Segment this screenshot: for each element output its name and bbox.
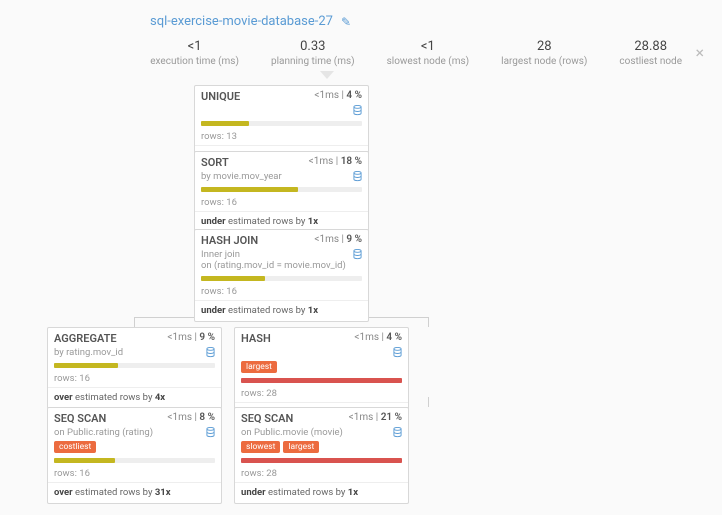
node-title: AGGREGATE	[54, 332, 117, 345]
node-subtitle: by rating.mov_id	[54, 347, 123, 358]
close-icon[interactable]: ×	[695, 43, 704, 62]
node-title: HASH JOIN	[201, 234, 258, 247]
node-bar	[201, 121, 362, 126]
node-title: SEQ SCAN	[241, 412, 293, 425]
node-stats: <1ms | 4 %	[354, 332, 402, 343]
node-title: UNIQUE	[201, 90, 240, 103]
node-bar	[201, 187, 362, 192]
badge-largest: largest	[241, 361, 277, 373]
database-icon	[353, 171, 362, 182]
node-rows: rows: 16	[48, 370, 221, 387]
plan-title: sql-exercise-movie-database-27	[150, 14, 333, 29]
node-aggregate[interactable]: AGGREGATE <1ms | 9 % by rating.mov_id rows:…	[47, 327, 222, 409]
metric: 28.88costliest node	[619, 39, 682, 67]
node-estimate: under estimated rows by 1x	[235, 482, 408, 503]
metric: 28largest node (rows)	[501, 39, 587, 67]
node-rows: rows: 13	[195, 128, 368, 145]
node-stats: <1ms | 9 %	[314, 234, 362, 245]
metric: <1slowest node (ms)	[387, 39, 470, 67]
node-rows: rows: 28	[235, 465, 408, 482]
node-bar	[54, 363, 215, 368]
plan-tree: UNIQUE <1ms | 4 % rows: 13 over estimated r…	[0, 85, 722, 515]
database-icon	[206, 427, 215, 438]
badge-slowest: slowest	[241, 441, 280, 453]
database-icon	[353, 105, 362, 116]
node-subtitle: on Public.movie (movie)	[241, 427, 343, 438]
metric: <1execution time (ms)	[150, 39, 239, 67]
node-seq-scan-rating[interactable]: SEQ SCAN <1ms | 8 % on Public.rating (rati…	[47, 407, 222, 504]
node-sort[interactable]: SORT <1ms | 18 % by movie.mov_year rows: 16…	[194, 151, 369, 233]
node-estimate: over estimated rows by 4x	[48, 387, 221, 408]
node-stats: <1ms | 9 %	[167, 332, 215, 343]
node-subtitle: on (rating.mov_id = movie.mov_id)	[201, 260, 346, 271]
node-stats: <1ms | 21 %	[349, 412, 402, 423]
node-stats: <1ms | 8 %	[167, 412, 215, 423]
node-subtitle: Inner join	[201, 249, 240, 260]
node-rows: rows: 16	[48, 465, 221, 482]
node-stats: <1ms | 18 %	[309, 156, 362, 167]
database-icon	[206, 347, 215, 358]
metrics-bar: <1execution time (ms) 0.33planning time …	[0, 33, 722, 85]
node-rows: rows: 28	[235, 385, 408, 402]
database-icon	[393, 427, 402, 438]
node-rows: rows: 16	[195, 283, 368, 300]
node-bar	[241, 458, 402, 463]
node-seq-scan-movie[interactable]: SEQ SCAN <1ms | 21 % on Public.movie (movi…	[234, 407, 409, 504]
node-title: HASH	[241, 332, 271, 345]
node-subtitle: by movie.mov_year	[201, 171, 282, 182]
badge-costliest: costliest	[54, 441, 96, 453]
node-rows: rows: 16	[195, 194, 368, 211]
badge-largest: largest	[283, 441, 319, 453]
node-subtitle: on Public.rating (rating)	[54, 427, 153, 438]
database-icon	[393, 347, 402, 358]
chevron-down-icon	[320, 71, 334, 79]
edit-title-icon[interactable]: ✎	[341, 15, 351, 29]
database-icon	[353, 249, 362, 260]
node-stats: <1ms | 4 %	[314, 90, 362, 101]
node-bar	[241, 378, 402, 383]
node-estimate: over estimated rows by 31x	[48, 482, 221, 503]
node-title: SORT	[201, 156, 229, 169]
node-bar	[54, 458, 215, 463]
node-hash-join[interactable]: HASH JOIN <1ms | 9 % Inner joinon (rating.…	[194, 229, 369, 322]
node-estimate: under estimated rows by 1x	[195, 300, 368, 321]
metric: 0.33planning time (ms)	[271, 39, 355, 67]
node-title: SEQ SCAN	[54, 412, 106, 425]
node-bar	[201, 276, 362, 281]
